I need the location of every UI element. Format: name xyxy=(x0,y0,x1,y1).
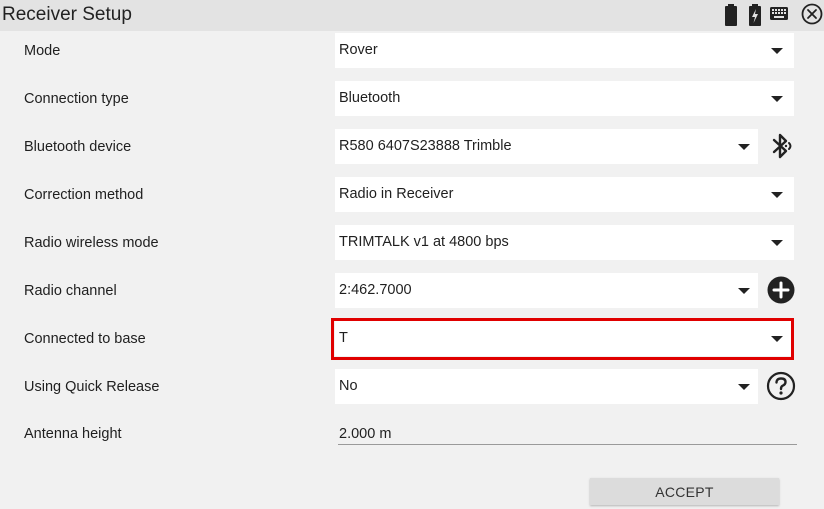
bluetooth-device-value: R580 6407S23888 Trimble xyxy=(339,138,512,154)
battery-icon xyxy=(725,4,737,26)
window-title: Receiver Setup xyxy=(2,4,132,25)
chevron-down-icon xyxy=(771,96,783,102)
bluetooth-device-label: Bluetooth device xyxy=(24,139,132,155)
keyboard-icon[interactable] xyxy=(770,7,788,21)
antenna-height-input[interactable]: 2.000 m xyxy=(338,423,797,445)
using-quick-release-label: Using Quick Release xyxy=(24,379,160,395)
add-icon[interactable] xyxy=(766,275,796,305)
mode-label: Mode xyxy=(24,43,61,59)
chevron-down-icon xyxy=(771,48,783,54)
chevron-down-icon xyxy=(738,144,750,150)
connected-to-base-label: Connected to base xyxy=(24,331,146,347)
connection-type-label: Connection type xyxy=(24,91,129,107)
connection-type-dropdown[interactable]: Bluetooth xyxy=(335,81,794,116)
help-icon[interactable] xyxy=(766,371,796,401)
radio-wireless-mode-dropdown[interactable]: TRIMTALK v1 at 4800 bps xyxy=(335,225,794,260)
highlight-box xyxy=(331,318,794,360)
battery-charging-icon xyxy=(749,4,761,26)
using-quick-release-value: No xyxy=(339,378,358,394)
bluetooth-device-dropdown[interactable]: R580 6407S23888 Trimble xyxy=(335,129,758,164)
correction-method-dropdown[interactable]: Radio in Receiver xyxy=(335,177,794,212)
chevron-down-icon xyxy=(771,192,783,198)
antenna-height-label: Antenna height xyxy=(24,426,122,442)
chevron-down-icon xyxy=(771,240,783,246)
close-icon[interactable] xyxy=(801,3,823,25)
mode-value: Rover xyxy=(339,42,378,58)
chevron-down-icon xyxy=(738,384,750,390)
connection-type-value: Bluetooth xyxy=(339,90,401,106)
chevron-down-icon xyxy=(738,288,750,294)
radio-channel-dropdown[interactable]: 2:462.7000 xyxy=(335,273,758,308)
radio-channel-label: Radio channel xyxy=(24,283,117,299)
correction-method-value: Radio in Receiver xyxy=(339,186,454,202)
radio-wireless-mode-label: Radio wireless mode xyxy=(24,235,159,251)
antenna-height-value: 2.000 m xyxy=(339,426,392,442)
using-quick-release-dropdown[interactable]: No xyxy=(335,369,758,404)
mode-dropdown[interactable]: Rover xyxy=(335,33,794,68)
radio-channel-value: 2:462.7000 xyxy=(339,282,412,298)
correction-method-label: Correction method xyxy=(24,187,144,203)
radio-wireless-mode-value: TRIMTALK v1 at 4800 bps xyxy=(339,234,509,250)
title-bar: Receiver Setup xyxy=(0,0,824,31)
bluetooth-search-icon[interactable] xyxy=(766,131,796,161)
accept-button[interactable]: ACCEPT xyxy=(590,478,779,505)
